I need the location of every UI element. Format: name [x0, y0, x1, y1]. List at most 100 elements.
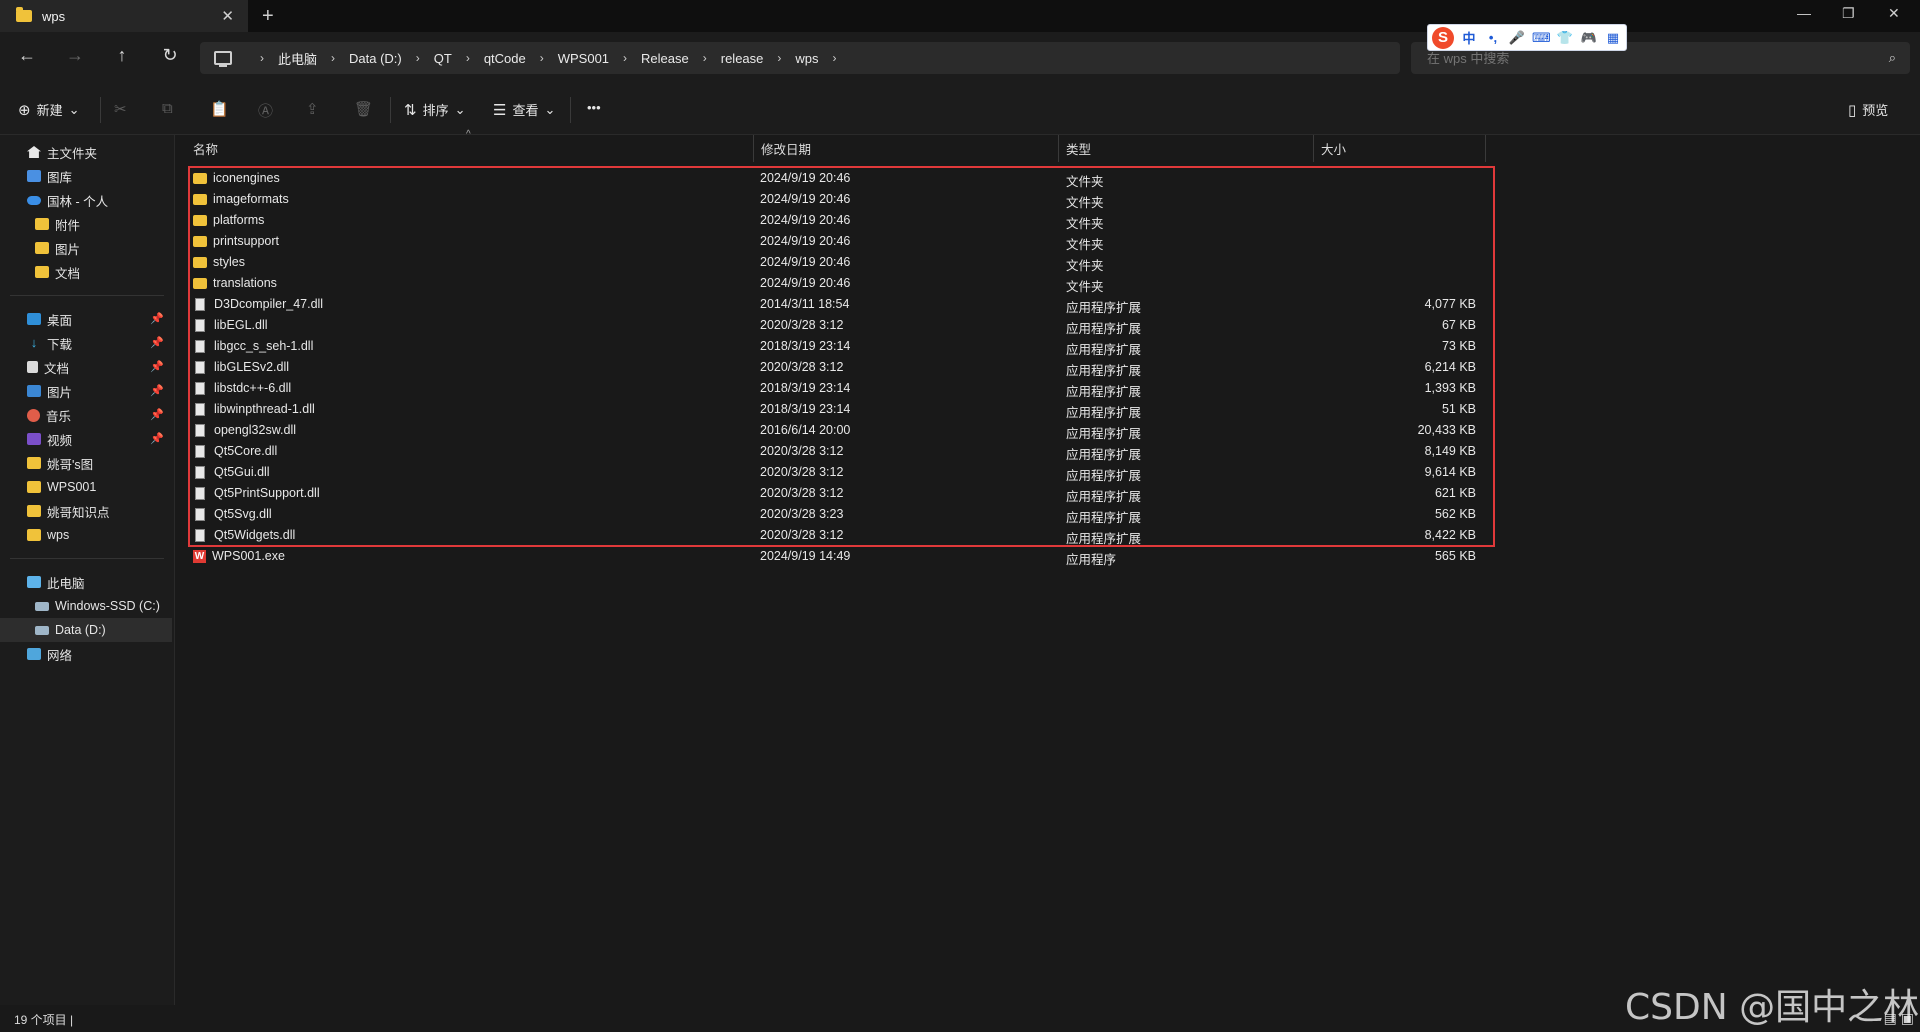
ime-toolbar[interactable]: S 中 •, 🎤 ⌨ 👕 🎮 ▦: [1427, 24, 1627, 51]
file-row[interactable]: Qt5PrintSupport.dll 2020/3/28 3:12 应用程序扩展 6…: [186, 483, 1486, 504]
sidebar-item-gallery[interactable]: 图库: [0, 164, 172, 188]
ime-skin-icon[interactable]: 👕: [1556, 30, 1574, 46]
breadcrumb-data-d[interactable]: Data (D:): [349, 51, 402, 66]
refresh-button[interactable]: ↻: [158, 45, 182, 66]
file-name-cell[interactable]: Qt5Widgets.dll: [193, 528, 295, 542]
file-name-cell[interactable]: opengl32sw.dll: [193, 423, 296, 437]
file-row[interactable]: platforms 2024/9/19 20:46 文件夹: [186, 210, 1486, 231]
file-name-cell[interactable]: platforms: [193, 213, 264, 227]
column-header-type[interactable]: 类型: [1059, 135, 1314, 162]
sidebar-item-music[interactable]: 音乐 📌: [0, 403, 172, 427]
more-options-button[interactable]: •••: [587, 100, 601, 115]
file-name-cell[interactable]: D3Dcompiler_47.dll: [193, 297, 323, 311]
file-row[interactable]: Qt5Core.dll 2020/3/28 3:12 应用程序扩展 8,149 KB: [186, 441, 1486, 462]
file-name-cell[interactable]: iconengines: [193, 171, 280, 185]
file-row[interactable]: opengl32sw.dll 2016/6/14 20:00 应用程序扩展 20,43…: [186, 420, 1486, 441]
close-window-button[interactable]: ✕: [1888, 5, 1900, 22]
breadcrumb-release-lower[interactable]: release: [721, 51, 764, 66]
sidebar-item-this-pc[interactable]: 此电脑: [0, 570, 172, 594]
ime-chinese-mode[interactable]: 中: [1460, 28, 1478, 47]
file-row[interactable]: libgcc_s_seh-1.dll 2018/3/19 23:14 应用程序扩展 7…: [186, 336, 1486, 357]
up-button[interactable]: ↑: [110, 45, 134, 66]
sidebar-item-downloads[interactable]: ↓ 下载 📌: [0, 331, 172, 355]
sidebar-item-videos[interactable]: 视频 📌: [0, 427, 172, 451]
file-row[interactable]: Qt5Gui.dll 2020/3/28 3:12 应用程序扩展 9,614 KB: [186, 462, 1486, 483]
sidebar-item-drive-d[interactable]: Data (D:): [0, 618, 172, 642]
close-tab-icon[interactable]: ✕: [221, 7, 234, 25]
file-name-cell[interactable]: W WPS001.exe: [193, 549, 285, 563]
file-row[interactable]: W WPS001.exe 2024/9/19 14:49 应用程序 565 KB: [186, 546, 1486, 567]
ime-keyboard-icon[interactable]: ⌨: [1532, 30, 1551, 46]
file-name-cell[interactable]: libEGL.dll: [193, 318, 268, 332]
new-tab-button[interactable]: +: [262, 5, 274, 28]
sidebar-item-onedrive-documents[interactable]: 文档: [0, 260, 172, 284]
file-name-cell[interactable]: printsupport: [193, 234, 279, 248]
sidebar-item-wps[interactable]: wps: [0, 523, 172, 547]
breadcrumb-this-pc[interactable]: 此电脑: [278, 49, 317, 68]
sidebar-item-pictures[interactable]: 图片 📌: [0, 379, 172, 403]
file-name-cell[interactable]: libstdc++-6.dll: [193, 381, 291, 395]
breadcrumb-release[interactable]: Release: [641, 51, 689, 66]
cut-button[interactable]: ✂: [114, 100, 127, 118]
file-row[interactable]: Qt5Svg.dll 2020/3/28 3:23 应用程序扩展 562 KB: [186, 504, 1486, 525]
file-row[interactable]: styles 2024/9/19 20:46 文件夹: [186, 252, 1486, 273]
file-row[interactable]: iconengines 2024/9/19 20:46 文件夹: [186, 168, 1486, 189]
file-row[interactable]: printsupport 2024/9/19 20:46 文件夹: [186, 231, 1486, 252]
sidebar-item-documents[interactable]: 文档 📌: [0, 355, 172, 379]
back-button[interactable]: ←: [15, 45, 39, 66]
file-row[interactable]: Qt5Widgets.dll 2020/3/28 3:12 应用程序扩展 8,422 …: [186, 525, 1486, 546]
file-row[interactable]: imageformats 2024/9/19 20:46 文件夹: [186, 189, 1486, 210]
breadcrumb-qtcode[interactable]: qtCode: [484, 51, 526, 66]
file-name-cell[interactable]: libgcc_s_seh-1.dll: [193, 339, 313, 353]
copy-button[interactable]: ⧉: [162, 100, 173, 117]
sidebar-item-wps001[interactable]: WPS001: [0, 475, 172, 499]
sidebar-item-onedrive-pictures[interactable]: 图片: [0, 236, 172, 260]
search-input[interactable]: [1425, 49, 1869, 67]
rename-button[interactable]: Ⓐ: [258, 100, 273, 121]
share-button[interactable]: ⇪: [306, 100, 319, 118]
file-name-cell[interactable]: libGLESv2.dll: [193, 360, 289, 374]
file-row[interactable]: libwinpthread-1.dll 2018/3/19 23:14 应用程序扩展…: [186, 399, 1486, 420]
ime-game-icon[interactable]: 🎮: [1580, 30, 1598, 46]
forward-button[interactable]: →: [63, 45, 87, 66]
column-header-date[interactable]: 修改日期: [754, 135, 1059, 162]
ime-menu-icon[interactable]: ▦: [1604, 30, 1622, 46]
file-row[interactable]: libstdc++-6.dll 2018/3/19 23:14 应用程序扩展 1,39…: [186, 378, 1486, 399]
file-name-cell[interactable]: Qt5Svg.dll: [193, 507, 272, 521]
file-name-cell[interactable]: Qt5Core.dll: [193, 444, 277, 458]
file-name-cell[interactable]: Qt5PrintSupport.dll: [193, 486, 320, 500]
sidebar-item-home[interactable]: 主文件夹: [0, 140, 172, 164]
sidebar-item-yaoge-knowledge[interactable]: 姚哥知识点: [0, 499, 172, 523]
breadcrumb-qt[interactable]: QT: [434, 51, 452, 66]
paste-button[interactable]: 📋: [210, 100, 229, 118]
file-name-cell[interactable]: Qt5Gui.dll: [193, 465, 270, 479]
address-bar[interactable]: › 此电脑 › Data (D:) › QT › qtCode › WPS001…: [200, 42, 1400, 74]
sidebar-item-onedrive[interactable]: 国林 - 个人: [0, 188, 172, 212]
sidebar-item-desktop[interactable]: 桌面 📌: [0, 307, 172, 331]
sidebar-item-network[interactable]: 网络: [0, 642, 172, 666]
column-header-name[interactable]: 名称: [186, 135, 754, 162]
tab-wps[interactable]: wps ✕: [0, 0, 248, 32]
ime-voice-icon[interactable]: 🎤: [1508, 30, 1526, 46]
breadcrumb-wps001[interactable]: WPS001: [558, 51, 609, 66]
ime-punctuation-icon[interactable]: •,: [1484, 30, 1502, 45]
breadcrumb-wps[interactable]: wps: [795, 51, 818, 66]
delete-button[interactable]: 🗑: [354, 100, 373, 118]
file-name-cell[interactable]: styles: [193, 255, 245, 269]
sidebar-item-yaoge-pictures[interactable]: 姚哥's图: [0, 451, 172, 475]
file-row[interactable]: libEGL.dll 2020/3/28 3:12 应用程序扩展 67 KB: [186, 315, 1486, 336]
file-name-cell[interactable]: imageformats: [193, 192, 289, 206]
file-row[interactable]: libGLESv2.dll 2020/3/28 3:12 应用程序扩展 6,214 K…: [186, 357, 1486, 378]
chevron-right-icon[interactable]: ›: [833, 51, 837, 65]
preview-pane-button[interactable]: ▯ 预览: [1848, 100, 1888, 119]
view-button[interactable]: ☰ 查看 ⌄: [493, 100, 555, 119]
new-button[interactable]: ⊕ 新建 ⌄: [18, 100, 80, 119]
restore-button[interactable]: ❐: [1842, 5, 1855, 22]
file-row[interactable]: translations 2024/9/19 20:46 文件夹: [186, 273, 1486, 294]
file-row[interactable]: D3Dcompiler_47.dll 2014/3/11 18:54 应用程序扩展 4…: [186, 294, 1486, 315]
sort-button[interactable]: ⇅ 排序 ⌄: [404, 100, 466, 119]
file-name-cell[interactable]: libwinpthread-1.dll: [193, 402, 315, 416]
sidebar-item-drive-c[interactable]: Windows-SSD (C:): [0, 594, 172, 618]
sogou-logo-icon[interactable]: S: [1432, 26, 1454, 49]
sidebar-item-attachments[interactable]: 附件: [0, 212, 172, 236]
